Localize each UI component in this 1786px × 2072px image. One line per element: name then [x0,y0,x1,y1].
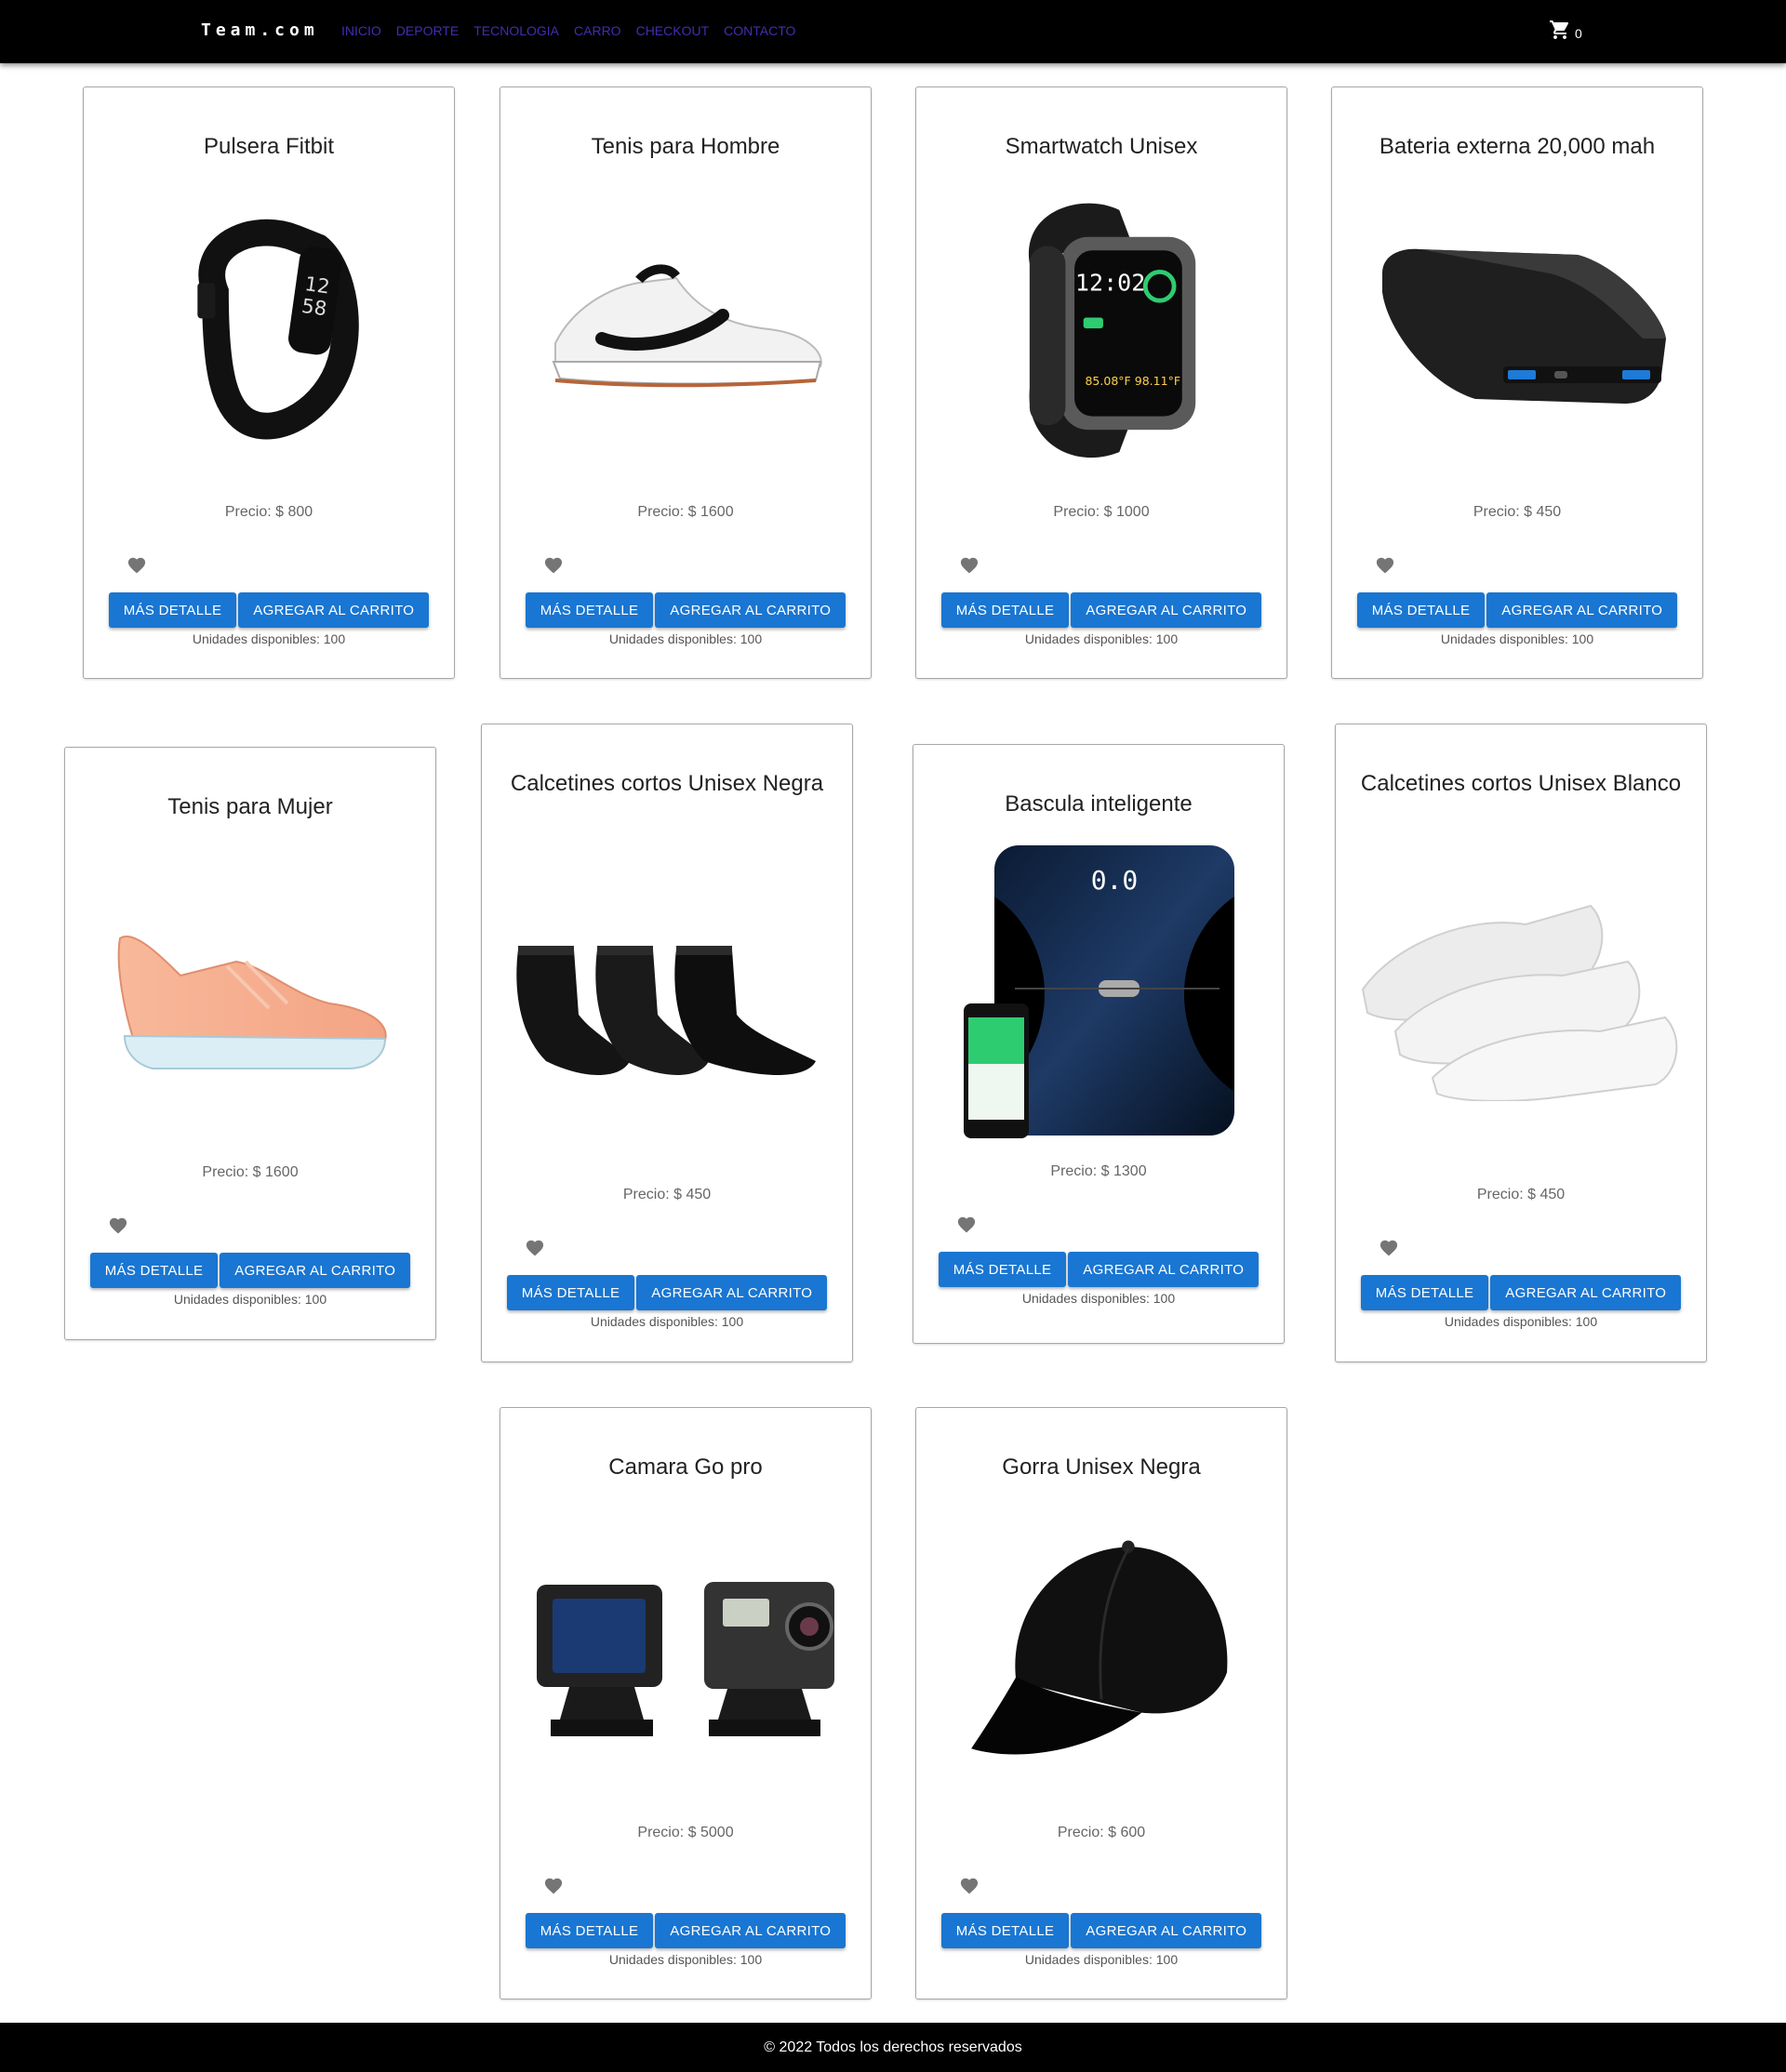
heart-icon[interactable] [1375,555,1395,574]
add-to-cart-button[interactable]: AGREGAR AL CARRITO [636,1275,828,1310]
product-card: Gorra Unisex Negra Precio: $ 600 MÁS DET… [915,1407,1287,1999]
product-title: Bascula inteligente [1005,791,1193,817]
details-button[interactable]: MÁS DETALLE [938,1252,1067,1287]
heart-icon[interactable] [543,555,564,574]
product-card: Bascula inteligente 0.0 Precio: $ 1300 M… [913,744,1285,1344]
product-card: Calcetines cortos Unisex Negra Precio: $… [481,724,853,1362]
product-image-calcetines-negra [516,946,816,1075]
product-price: Precio: $ 450 [1476,1187,1566,1202]
product-title: Smartwatch Unisex [1005,134,1198,159]
product-price: Precio: $ 1600 [202,1164,299,1180]
product-card: Camara Go pro Precio: $ 5000 MÁS DETALLE… [500,1407,872,1999]
product-image-bascula: 0.0 [964,845,1234,1138]
units-available: Unidades disponibles: 100 [590,1314,744,1329]
shopping-cart-icon [1549,19,1571,41]
heart-icon[interactable] [525,1238,545,1256]
product-card: Tenis para Hombre Precio: $ 1600 MÁS DET… [500,86,872,679]
units-available: Unidades disponibles: 100 [1024,631,1179,646]
units-available: Unidades disponibles: 100 [1444,1314,1598,1329]
nav-carro[interactable]: CARRO [574,23,621,38]
add-to-cart-button[interactable]: AGREGAR AL CARRITO [220,1253,411,1288]
product-price: Precio: $ 5000 [637,1825,734,1840]
details-button[interactable]: MÁS DETALLE [1360,1275,1489,1310]
nav-deporte[interactable]: DEPORTE [396,23,459,38]
details-button[interactable]: MÁS DETALLE [525,592,654,628]
units-available: Unidades disponibles: 100 [173,1292,327,1307]
product-image-calcetines-blanco [1361,904,1678,1101]
heart-icon[interactable] [956,1215,977,1233]
add-to-cart-button[interactable]: AGREGAR AL CARRITO [1486,592,1678,628]
units-available: Unidades disponibles: 100 [1440,631,1594,646]
product-card: Bateria externa 20,000 mah Precio: $ 450… [1331,86,1703,679]
product-card: Smartwatch Unisex 12:02 85.08°F 98.11°F … [915,86,1287,679]
add-to-cart-button[interactable]: AGREGAR AL CARRITO [1071,1913,1262,1948]
product-title: Tenis para Mujer [167,794,333,819]
heart-icon[interactable] [543,1876,564,1894]
product-price: Precio: $ 600 [1057,1825,1146,1840]
nav-checkout[interactable]: CHECKOUT [636,23,710,38]
product-card: Pulsera Fitbit 12 58 Precio: $ 800 MÁS D… [83,86,455,679]
add-to-cart-button[interactable]: AGREGAR AL CARRITO [1071,592,1262,628]
footer-copyright: © 2022 Todos los derechos reservados [764,2039,1022,2055]
nav-inicio[interactable]: INICIO [341,23,381,38]
product-image-gopro [537,1582,834,1736]
details-button[interactable]: MÁS DETALLE [940,1913,1070,1948]
details-button[interactable]: MÁS DETALLE [525,1913,654,1948]
footer: © 2022 Todos los derechos reservados [0,2023,1786,2072]
add-to-cart-button[interactable]: AGREGAR AL CARRITO [655,592,846,628]
product-title: Calcetines cortos Unisex Blanco [1360,771,1682,796]
navbar: Team.com INICIO DEPORTE TECNOLOGIA CARRO… [0,0,1786,63]
heart-icon[interactable] [1379,1238,1399,1256]
heart-icon[interactable] [127,555,147,574]
details-button[interactable]: MÁS DETALLE [89,1253,219,1288]
units-available: Unidades disponibles: 100 [1021,1291,1176,1306]
heart-icon[interactable] [959,1876,980,1894]
details-button[interactable]: MÁS DETALLE [108,592,237,628]
details-button[interactable]: MÁS DETALLE [940,592,1070,628]
product-image-fitbit: 12 58 [197,219,359,440]
svg-text:0.0: 0.0 [1091,865,1139,896]
cart-count: 0 [1575,26,1582,41]
nav-contacto[interactable]: CONTACTO [724,23,795,38]
product-price: Precio: $ 1000 [1053,504,1150,520]
heart-icon[interactable] [108,1215,128,1234]
units-available: Unidades disponibles: 100 [608,1952,763,1967]
product-title: Pulsera Fitbit [203,134,335,159]
details-button[interactable]: MÁS DETALLE [506,1275,635,1310]
cart-button[interactable]: 0 [1549,19,1582,41]
svg-text:85.08°F 98.11°F: 85.08°F 98.11°F [1085,374,1180,388]
product-title: Bateria externa 20,000 mah [1379,134,1656,159]
product-image-gorra [971,1540,1228,1755]
product-title: Tenis para Hombre [591,134,780,159]
units-available: Unidades disponibles: 100 [192,631,346,646]
add-to-cart-button[interactable]: AGREGAR AL CARRITO [655,1913,846,1948]
product-title: Calcetines cortos Unisex Negra [510,771,824,796]
product-image-smartwatch: 12:02 85.08°F 98.11°F [1028,203,1196,458]
units-available: Unidades disponibles: 100 [1024,1952,1179,1967]
product-image-tenis-mujer [117,936,387,1069]
add-to-cart-button[interactable]: AGREGAR AL CARRITO [238,592,430,628]
product-card: Calcetines cortos Unisex Blanco Precio: … [1335,724,1707,1362]
product-title: Gorra Unisex Negra [1002,1454,1201,1480]
units-available: Unidades disponibles: 100 [608,631,763,646]
product-price: Precio: $ 1600 [637,504,734,520]
product-price: Precio: $ 450 [622,1187,712,1202]
add-to-cart-button[interactable]: AGREGAR AL CARRITO [1490,1275,1682,1310]
nav-links: INICIO DEPORTE TECNOLOGIA CARRO CHECKOUT… [341,23,795,38]
brand-logo[interactable]: Team.com [201,20,319,40]
svg-text:58: 58 [300,294,328,320]
product-card: Tenis para Mujer Precio: $ 1600 MÁS DETA… [64,747,436,1340]
product-price: Precio: $ 1300 [1050,1163,1147,1179]
product-image-bateria [1382,248,1666,404]
heart-icon[interactable] [959,555,980,574]
product-price: Precio: $ 450 [1473,504,1562,520]
product-image-tenis-hombre [552,264,822,388]
details-button[interactable]: MÁS DETALLE [1356,592,1486,628]
nav-tecnologia[interactable]: TECNOLOGIA [473,23,559,38]
add-to-cart-button[interactable]: AGREGAR AL CARRITO [1068,1252,1260,1287]
product-price: Precio: $ 800 [224,504,313,520]
product-title: Camara Go pro [608,1454,763,1480]
svg-text:12:02: 12:02 [1075,270,1145,297]
